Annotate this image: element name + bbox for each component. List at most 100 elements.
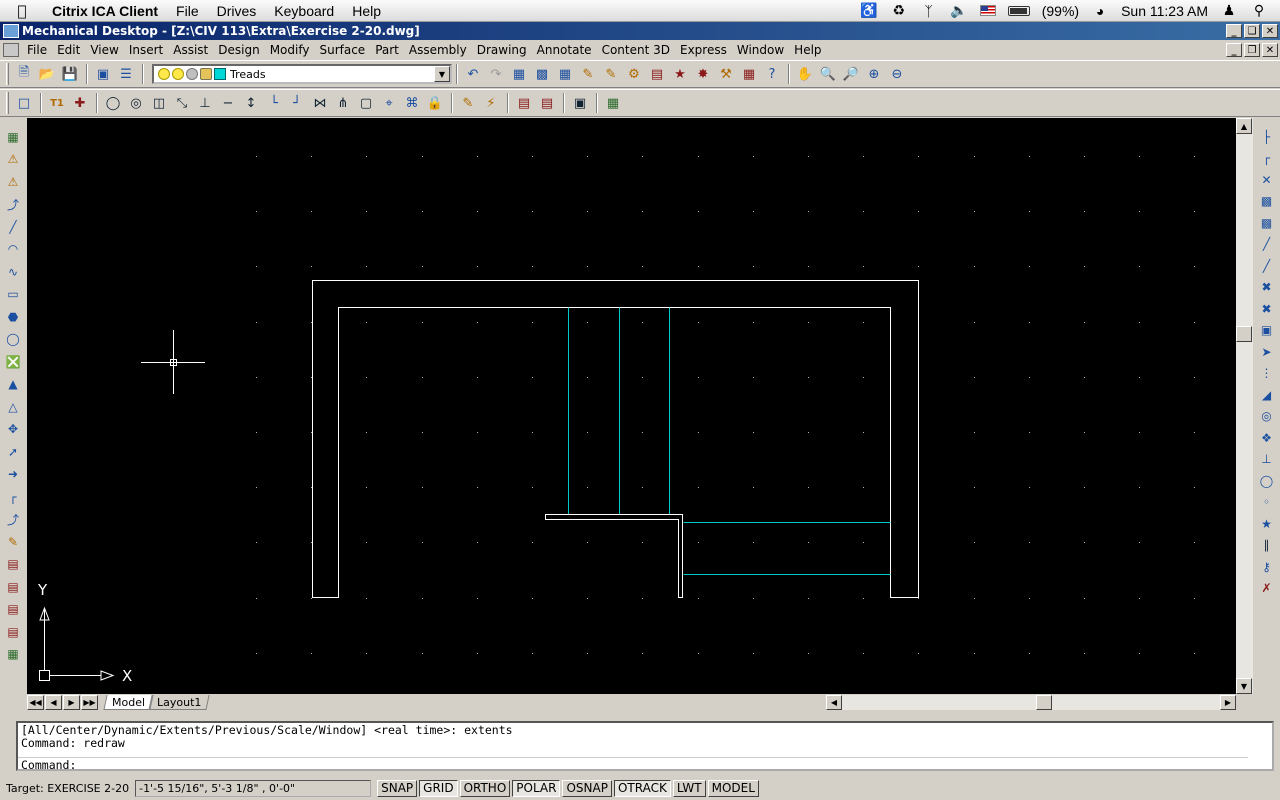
tolerance-icon[interactable]: ▣ — [1256, 320, 1278, 342]
copy-icon[interactable]: ❎ — [2, 351, 24, 373]
coordinate-display[interactable]: -1'-5 15/16", 5'-3 1/8" , 0'-0" — [135, 779, 372, 797]
extrude-icon[interactable]: ◫ — [148, 92, 170, 114]
section-icon[interactable]: ▤ — [536, 92, 558, 114]
osnap-toggle[interactable]: OSNAP — [562, 779, 612, 797]
diameter-dim-icon[interactable]: ▩ — [1256, 212, 1278, 234]
spline-icon[interactable]: ∿ — [2, 261, 24, 283]
tangent-icon[interactable]: ◯ — [1256, 470, 1278, 492]
pencil-icon[interactable]: ✎ — [2, 531, 24, 553]
scroll-up-icon[interactable]: ▲ — [1236, 118, 1252, 134]
sketch-icon[interactable]: ✎ — [577, 63, 599, 85]
tab-layout1[interactable]: Layout1 — [148, 695, 211, 710]
ortho-toggle[interactable]: ORTHO — [459, 779, 511, 797]
insert-icon[interactable]: ▤ — [2, 599, 24, 621]
menu-window[interactable]: Window — [732, 43, 789, 57]
tab-next-icon[interactable]: ▶ — [63, 695, 80, 710]
menu-assist[interactable]: Assist — [168, 43, 213, 57]
tab-model[interactable]: Model — [103, 695, 154, 710]
close-icon[interactable]: ✕ — [1262, 24, 1278, 38]
zoom-window-icon[interactable]: 🔎 — [840, 63, 862, 85]
quick-dim-icon[interactable]: ✖ — [1256, 298, 1278, 320]
polygon-icon[interactable]: ⬣ — [2, 306, 24, 328]
display-icon[interactable]: ▣ — [92, 63, 114, 85]
fillet-2d-icon[interactable]: ┌ — [2, 486, 24, 508]
bluetooth-icon[interactable]: ᛉ — [920, 3, 938, 19]
aligned-dim-icon[interactable]: ┌ — [1256, 148, 1278, 170]
hole-icon[interactable]: ◎ — [125, 92, 147, 114]
otrack-toggle[interactable]: OTRACK — [613, 779, 671, 797]
toolbar-grip[interactable] — [6, 92, 9, 114]
assembly-icon[interactable]: ⚙ — [623, 63, 645, 85]
menu-content-3d[interactable]: Content 3D — [597, 43, 675, 57]
draft-icon[interactable]: ⋔ — [332, 92, 354, 114]
options-icon[interactable]: ▦ — [738, 63, 760, 85]
polar-toggle[interactable]: POLAR — [512, 779, 561, 797]
mac-menu-file[interactable]: File — [167, 3, 208, 19]
tab-last-icon[interactable]: ▶▶ — [81, 695, 98, 710]
menu-surface[interactable]: Surface — [314, 43, 370, 57]
revolve-icon[interactable]: ◯ — [102, 92, 124, 114]
text-icon[interactable]: T1 — [46, 92, 68, 114]
profile-icon[interactable]: ✚ — [69, 92, 91, 114]
menu-express[interactable]: Express — [675, 43, 732, 57]
dimension-icon[interactable]: ⤴ — [2, 509, 24, 531]
radius-dim-icon[interactable]: ▩ — [1256, 191, 1278, 213]
model-toggle[interactable]: MODEL — [707, 779, 759, 797]
wifi-icon[interactable]: ◕ — [1091, 3, 1109, 19]
desktop-browser-icon[interactable]: ▦ — [602, 92, 624, 114]
horizontal-scrollbar[interactable]: ◀ ▶ — [826, 695, 1236, 710]
layer-lock-icon[interactable] — [200, 68, 212, 80]
parallel-icon[interactable]: ∥ — [1256, 535, 1278, 557]
target-icon[interactable]: ◎ — [1256, 406, 1278, 428]
maximize-icon[interactable]: ❑ — [1244, 24, 1260, 38]
accessibility-icon[interactable]: ♿ — [860, 2, 878, 19]
tab-prev-icon[interactable]: ◀ — [45, 695, 62, 710]
line-icon[interactable]: ╱ — [2, 216, 24, 238]
shell-icon[interactable]: ⋈ — [309, 92, 331, 114]
tab-first-icon[interactable]: ◀◀ — [27, 695, 44, 710]
scroll-left-icon[interactable]: ◀ — [826, 695, 842, 710]
layer-on-icon[interactable] — [158, 68, 170, 80]
app-icon[interactable] — [3, 24, 19, 38]
baseline-dim-icon[interactable]: ╱ — [1256, 255, 1278, 277]
move-icon[interactable]: ✥ — [2, 419, 24, 441]
volume-icon[interactable]: 🔈 — [950, 2, 968, 19]
offset-icon[interactable]: △ — [2, 396, 24, 418]
properties-icon[interactable]: ▦ — [2, 644, 24, 666]
hatch-icon[interactable]: ▤ — [2, 554, 24, 576]
battery-icon[interactable] — [1007, 5, 1030, 16]
scroll-right-icon[interactable]: ▶ — [1220, 695, 1236, 710]
command-prompt[interactable]: Command: — [18, 757, 1248, 773]
horizontal-scroll-thumb[interactable] — [1036, 695, 1052, 710]
layer-thaw-icon[interactable] — [172, 68, 184, 80]
menu-help[interactable]: Help — [789, 43, 826, 57]
menu-modify[interactable]: Modify — [265, 43, 315, 57]
sync-icon[interactable]: ♻ — [890, 2, 908, 19]
layers-icon[interactable]: ☰ — [115, 63, 137, 85]
arc-icon[interactable]: ◠ — [2, 239, 24, 261]
mac-menu-drives[interactable]: Drives — [208, 3, 266, 19]
help-icon[interactable]: ? — [761, 63, 783, 85]
sweep-icon[interactable]: ⤡ — [171, 92, 193, 114]
warning-icon[interactable]: ⚠ — [2, 149, 24, 171]
lock-icon[interactable]: 🔒 — [424, 92, 446, 114]
pan-icon[interactable]: ✋ — [794, 63, 816, 85]
menu-edit[interactable]: Edit — [52, 43, 85, 57]
open-file-icon[interactable]: 📂 — [36, 63, 58, 85]
snap-toggle[interactable]: SNAP — [377, 779, 418, 797]
split-icon[interactable]: ▢ — [355, 92, 377, 114]
vertical-scroll-thumb[interactable] — [1236, 326, 1252, 342]
menu-drawing[interactable]: Drawing — [472, 43, 532, 57]
part-modeling-icon[interactable]: ▦ — [2, 126, 24, 148]
work-axis-icon[interactable]: − — [217, 92, 239, 114]
doc-close-icon[interactable]: ✕ — [1262, 43, 1278, 57]
undo-icon[interactable]: ↶ — [462, 63, 484, 85]
leader-icon[interactable]: ➤ — [1256, 341, 1278, 363]
zoom-in-icon[interactable]: ⊕ — [863, 63, 885, 85]
express-icon[interactable]: ⚒ — [715, 63, 737, 85]
chamfer-icon[interactable]: ┘ — [286, 92, 308, 114]
feature-icon[interactable]: ▩ — [531, 63, 553, 85]
command-window[interactable]: [All/Center/Dynamic/Extents/Previous/Sca… — [16, 721, 1274, 773]
part-icon[interactable]: ▦ — [508, 63, 530, 85]
lwt-toggle[interactable]: LWT — [672, 779, 706, 797]
